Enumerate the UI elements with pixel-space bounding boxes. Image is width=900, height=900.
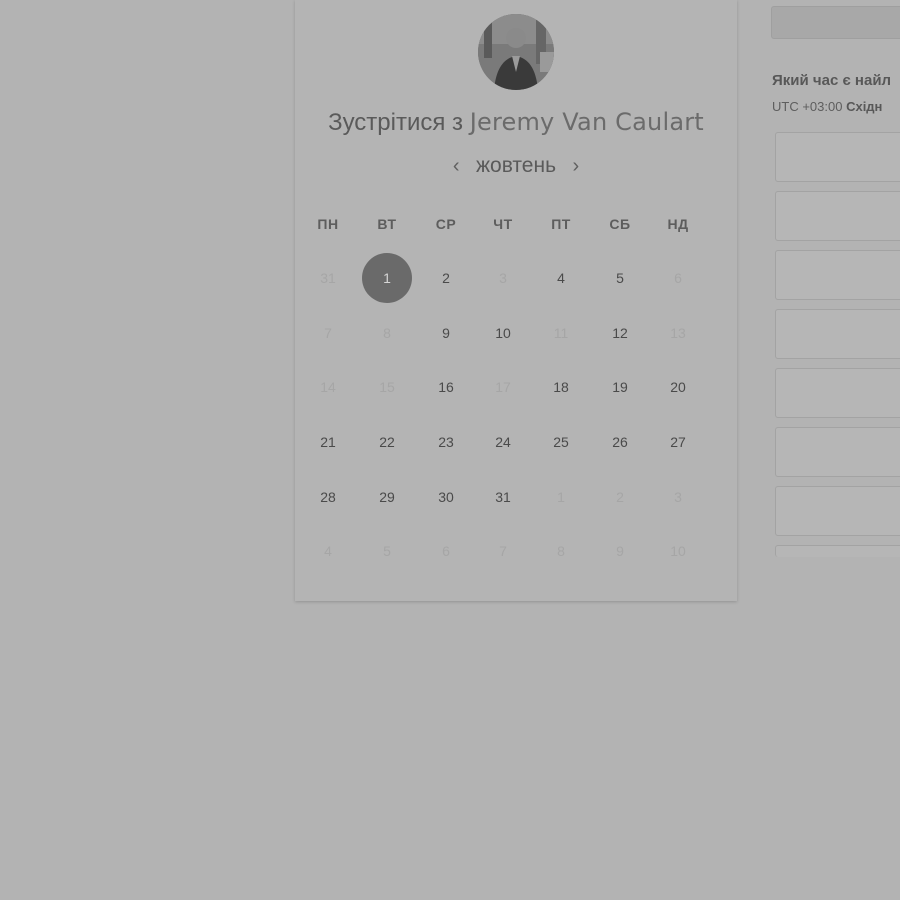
calendar-day[interactable]: 10 [478, 308, 528, 358]
weekday-header: СБ [609, 216, 631, 232]
calendar-day: 8 [383, 325, 391, 341]
calendar-day[interactable]: 27 [653, 417, 703, 467]
calendar-day: 7 [324, 325, 332, 341]
calendar-day: 17 [495, 379, 511, 395]
time-slot-button[interactable] [775, 250, 900, 300]
calendar-day: 6 [674, 270, 682, 286]
calendar-day[interactable]: 9 [421, 308, 471, 358]
calendar-day[interactable]: 19 [595, 362, 645, 412]
time-slot-button[interactable] [775, 368, 900, 418]
time-slot-button[interactable] [775, 545, 900, 557]
chevron-right-icon[interactable]: › [560, 155, 591, 178]
calendar-day: 10 [670, 543, 686, 559]
calendar-day[interactable]: 28 [303, 472, 353, 522]
timezone-label: UTC +03:00 Східн [772, 99, 882, 114]
time-slot-button[interactable] [775, 309, 900, 359]
calendar-day[interactable]: 18 [536, 362, 586, 412]
host-name: Jeremy Van Caulart [469, 108, 704, 136]
calendar-day: 1 [557, 489, 565, 505]
month-label: жовтень [475, 154, 557, 177]
calendar-day[interactable]: 30 [421, 472, 471, 522]
calendar-day[interactable]: 20 [653, 362, 703, 412]
calendar-day[interactable]: 31 [478, 472, 528, 522]
timezone-name: Східн [846, 99, 883, 114]
calendar-day: 11 [553, 325, 569, 341]
calendar-day: 13 [670, 325, 686, 341]
weekday-header: ПТ [551, 216, 571, 232]
calendar-day: 8 [557, 543, 565, 559]
calendar-day: 3 [499, 270, 507, 286]
time-slot-button[interactable] [775, 191, 900, 241]
calendar-day: 15 [379, 379, 395, 395]
calendar-day[interactable]: 4 [536, 253, 586, 303]
calendar-day: 7 [499, 543, 507, 559]
timezone-offset: UTC +03:00 [772, 99, 843, 114]
weekday-header: ВТ [377, 216, 397, 232]
calendar-day[interactable]: 21 [303, 417, 353, 467]
calendar-day[interactable]: 22 [362, 417, 412, 467]
calendar-day[interactable]: 5 [595, 253, 645, 303]
booking-page: Зустрітися з Jeremy Van Caulart ‹ жовтен… [0, 0, 900, 900]
title-prefix: Зустрітися з [328, 109, 464, 136]
calendar-day: 9 [616, 543, 624, 559]
calendar-day: 5 [383, 543, 391, 559]
weekday-header: СР [435, 216, 457, 232]
calendar-day[interactable]: 26 [595, 417, 645, 467]
weekday-header: ЧТ [493, 216, 513, 232]
calendar-day[interactable]: 23 [421, 417, 471, 467]
host-avatar [478, 14, 554, 90]
weekday-header: ПН [317, 216, 339, 232]
top-bar [771, 6, 900, 39]
calendar-day: 14 [320, 379, 336, 395]
calendar-day[interactable]: 29 [362, 472, 412, 522]
avatar-photo [478, 14, 554, 90]
page-title: Зустрітися з Jeremy Van Caulart [295, 108, 737, 137]
calendar-day[interactable]: 16 [421, 362, 471, 412]
calendar-day[interactable]: 24 [478, 417, 528, 467]
calendar-day[interactable]: 2 [421, 253, 471, 303]
chevron-left-icon[interactable]: ‹ [441, 155, 472, 178]
calendar-day: 31 [320, 270, 336, 286]
calendar-day: 2 [616, 489, 624, 505]
time-question: Який час є найл [772, 72, 892, 89]
calendar-day[interactable]: 25 [536, 417, 586, 467]
weekday-header: НД [667, 216, 689, 232]
time-slot-button[interactable] [775, 132, 900, 182]
calendar-day: 4 [324, 543, 332, 559]
month-navigation: ‹ жовтень › [295, 154, 737, 178]
calendar-day[interactable]: 12 [595, 308, 645, 358]
calendar-day: 3 [674, 489, 682, 505]
calendar-day: 6 [442, 543, 450, 559]
time-slot-button[interactable] [775, 427, 900, 477]
selected-day[interactable]: 1 [362, 253, 412, 303]
time-slot-button[interactable] [775, 486, 900, 536]
